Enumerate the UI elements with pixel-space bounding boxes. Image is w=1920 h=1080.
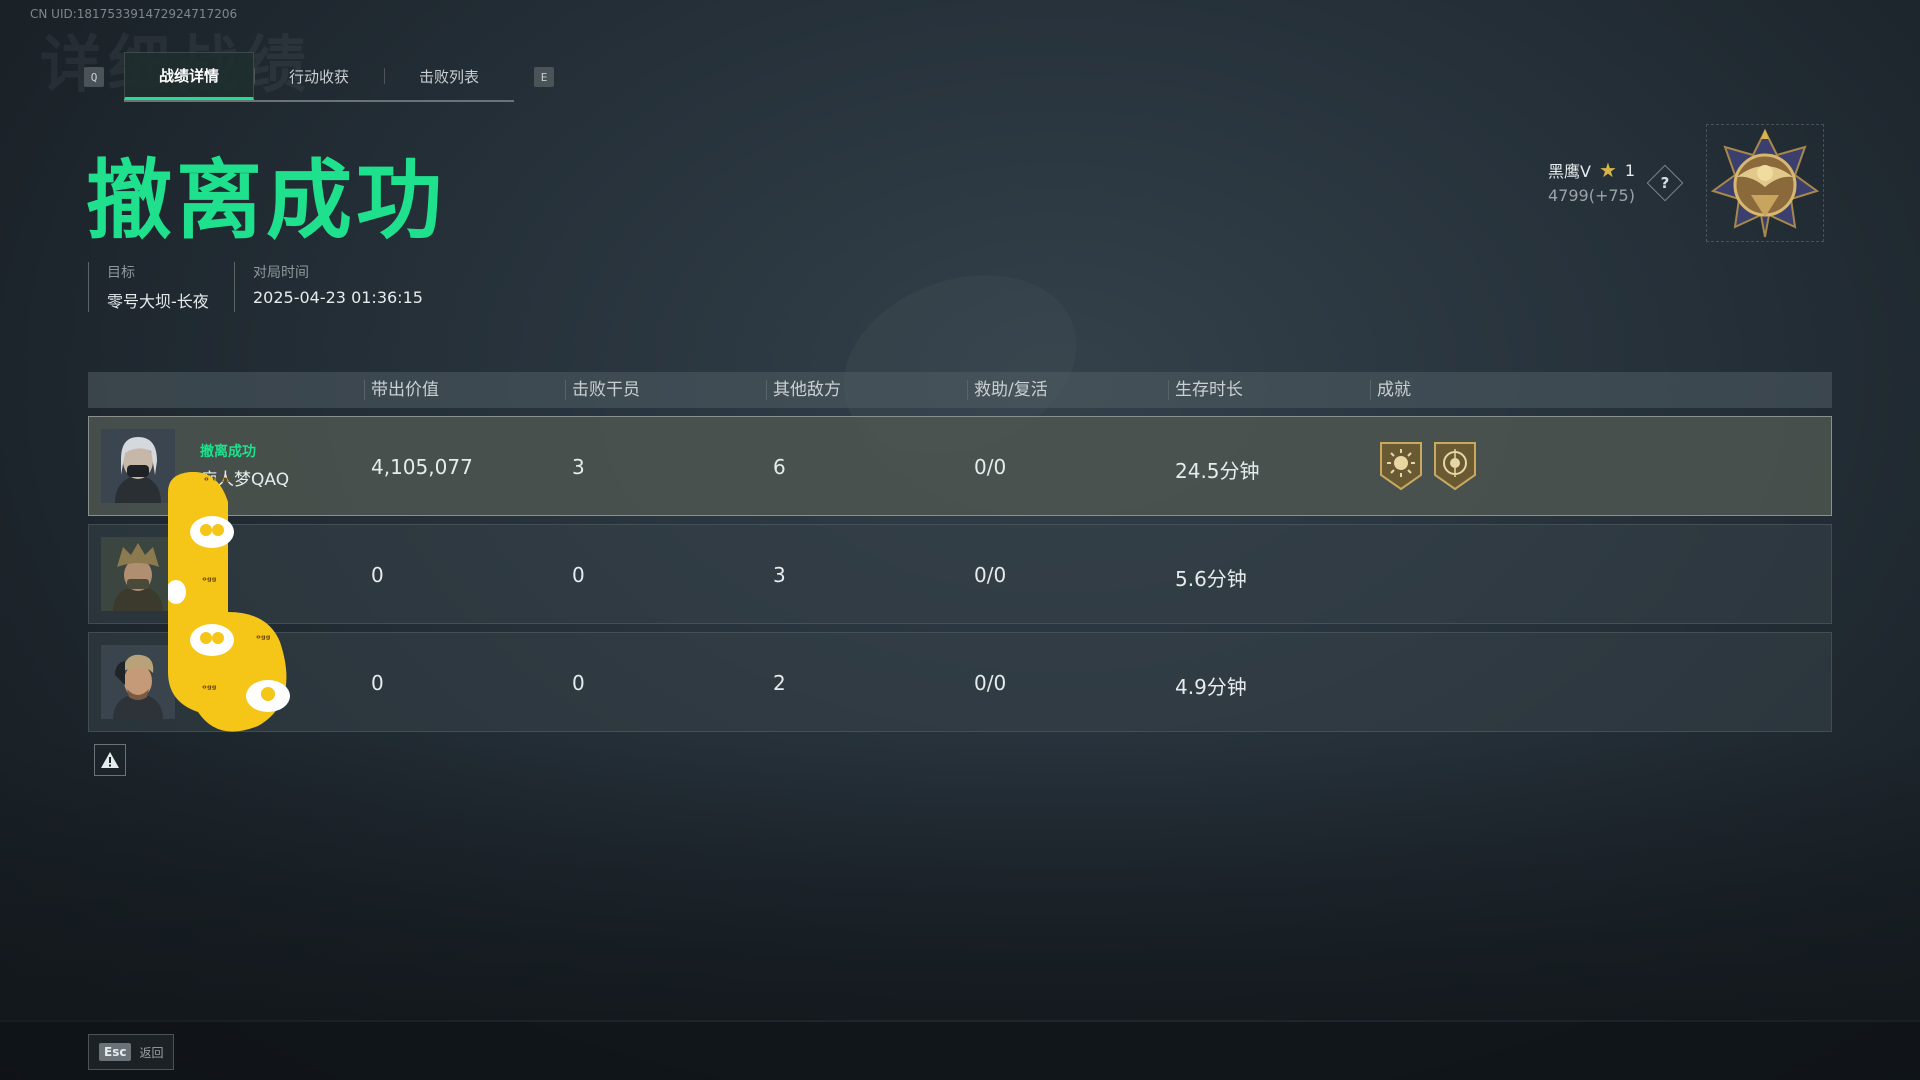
match-time-value: 2025-04-23 01:36:15 <box>253 288 423 307</box>
warning-icon <box>101 752 119 768</box>
extracted-value: 0 <box>371 671 384 695</box>
avatar <box>101 537 175 611</box>
table-row[interactable]: 0 0 2 0/0 4.9分钟 <box>88 632 1832 732</box>
assists-revives: 0/0 <box>974 671 1007 695</box>
privacy-sticker-overlay: ᵒ ᵒ ᵍᵍ ᵒᵍᵍ ᵒᵍᵍ ᵒᵍᵍ <box>166 471 330 734</box>
rank-stars: 1 <box>1624 160 1636 180</box>
survival-time: 4.9分钟 <box>1175 675 1247 699</box>
help-icon: ? <box>1660 174 1670 192</box>
header-other-kills: 其他敌方 <box>766 380 841 400</box>
header-extracted-value: 带出价值 <box>364 380 439 400</box>
rank-score: 4799(+75) <box>1548 186 1635 205</box>
tab-action-loot[interactable]: 行动收获 <box>254 52 384 100</box>
star-icon: ★ <box>1598 158 1617 182</box>
operator-portrait-icon <box>101 537 175 611</box>
uid-label: CN UID:181753391472924717206 <box>30 7 238 21</box>
match-time-label: 对局时间 <box>253 265 309 281</box>
avatar <box>101 429 175 503</box>
back-label: 返回 <box>139 1045 164 1060</box>
survival-time: 24.5分钟 <box>1175 459 1260 483</box>
extracted-value: 4,105,077 <box>371 455 473 479</box>
svg-text:ᵒᵍᵍ: ᵒᵍᵍ <box>202 576 217 587</box>
assists-revives: 0/0 <box>974 563 1007 587</box>
operator-portrait-icon <box>101 645 175 719</box>
rank-info: 黑鹰V ★ 1 4799(+75) <box>1548 158 1635 205</box>
tab-bar: Q 战绩详情 行动收获 击败列表 E <box>84 52 554 102</box>
tab-battle-details[interactable]: 战绩详情 <box>124 52 254 100</box>
footer-bar <box>0 1022 1920 1080</box>
target-value: 零号大坝-长夜 <box>107 292 209 311</box>
header-assists-revives: 救助/复活 <box>967 380 1048 400</box>
rank-badge[interactable] <box>1706 124 1824 242</box>
avatar <box>101 645 175 719</box>
rank-name: 黑鹰V <box>1548 162 1591 181</box>
result-title: 撤离成功 <box>86 151 446 251</box>
esc-key-hint: Esc <box>99 1043 132 1061</box>
target-info: 目标 零号大坝-长夜 <box>88 262 234 312</box>
next-tab-key-hint[interactable]: E <box>534 67 554 87</box>
extracted-value: 0 <box>371 563 384 587</box>
table-row[interactable]: 撤离成功 痴人梦QAQ 4,105,077 3 6 0/0 24.5分钟 <box>88 416 1832 516</box>
help-button[interactable]: ? <box>1646 164 1684 202</box>
target-medal-icon[interactable] <box>1433 441 1477 491</box>
scoreboard-table: 带出价值 击败干员 其他敌方 救助/复活 生存时长 成就 撤离成功 痴人梦QAQ… <box>88 372 1832 732</box>
back-button[interactable]: Esc 返回 <box>88 1034 175 1070</box>
prev-tab-key-hint[interactable]: Q <box>84 67 104 87</box>
operator-portrait-icon <box>101 429 175 503</box>
operator-kills: 0 <box>572 671 585 695</box>
target-label: 目标 <box>107 265 135 281</box>
report-warning-button[interactable] <box>94 744 126 776</box>
player-status: 撤离成功 <box>200 444 256 460</box>
svg-text:ᵒᵍᵍ: ᵒᵍᵍ <box>256 634 271 645</box>
survival-time: 5.6分钟 <box>1175 567 1247 591</box>
other-kills: 6 <box>773 455 786 479</box>
tab-strip: 战绩详情 行动收获 击败列表 <box>124 52 514 102</box>
header-survival-time: 生存时长 <box>1168 380 1243 400</box>
operator-kills: 0 <box>572 563 585 587</box>
tab-kill-list[interactable]: 击败列表 <box>384 52 514 100</box>
svg-text:ᵒ ᵒ ᵍᵍ: ᵒ ᵒ ᵍᵍ <box>204 476 231 487</box>
sun-medal-icon[interactable] <box>1379 441 1423 491</box>
assists-revives: 0/0 <box>974 455 1007 479</box>
header-achievements: 成就 <box>1370 380 1411 400</box>
svg-text:ᵒᵍᵍ: ᵒᵍᵍ <box>202 684 217 695</box>
table-header: 带出价值 击败干员 其他敌方 救助/复活 生存时长 成就 <box>88 372 1832 408</box>
eagle-rank-badge-icon <box>1710 128 1820 238</box>
table-row[interactable]: 0 0 3 0/0 5.6分钟 <box>88 524 1832 624</box>
other-kills: 2 <box>773 671 786 695</box>
operator-kills: 3 <box>572 455 585 479</box>
header-operator-kills: 击败干员 <box>565 380 640 400</box>
background-ground <box>0 740 1920 1020</box>
other-kills: 3 <box>773 563 786 587</box>
match-time-info: 对局时间 2025-04-23 01:36:15 <box>234 262 423 312</box>
